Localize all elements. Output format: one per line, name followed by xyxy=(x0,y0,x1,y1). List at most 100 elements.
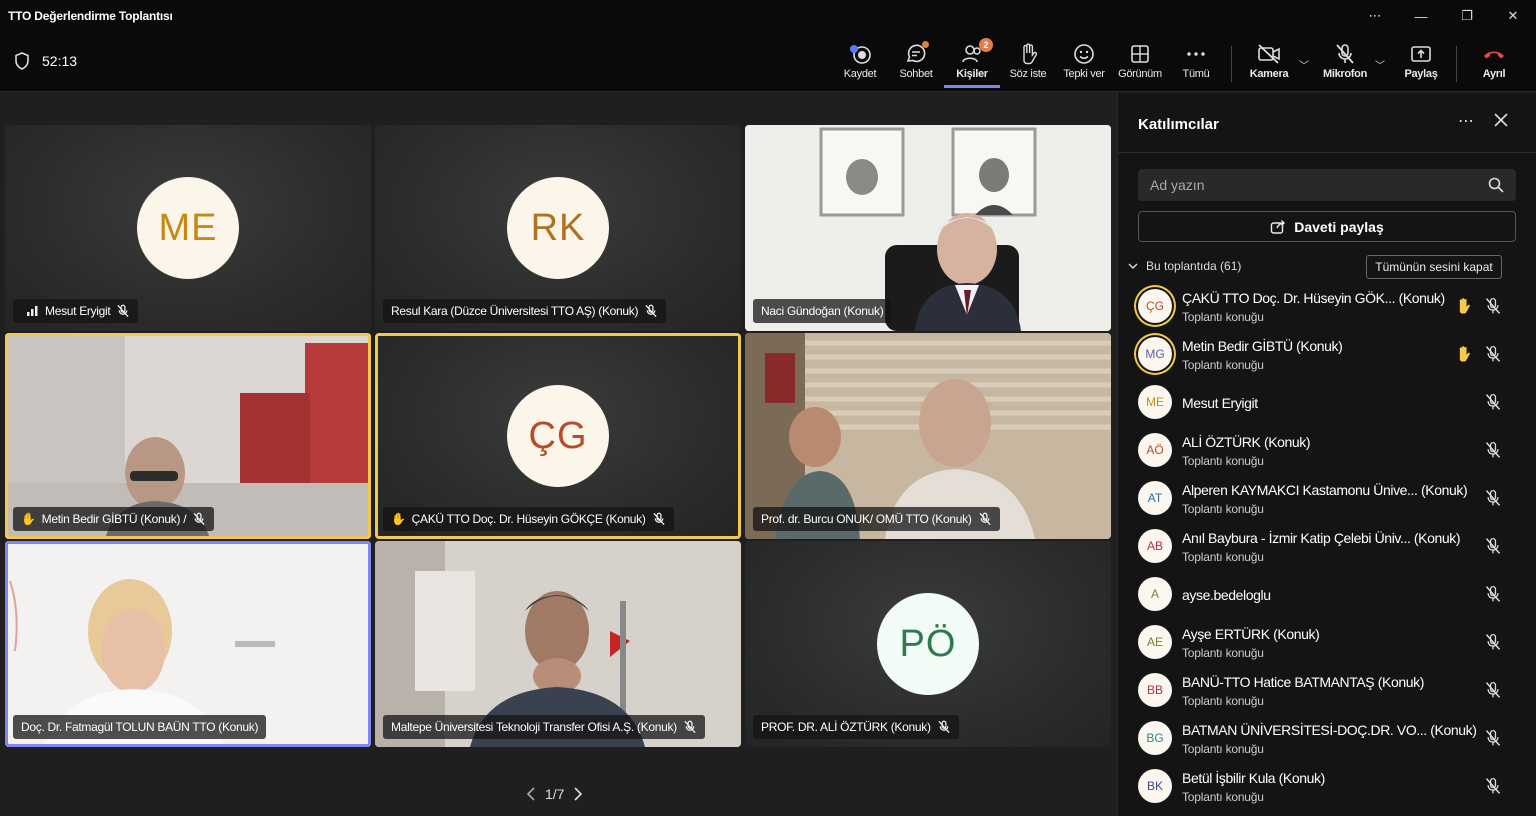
in-meeting-section-toggle[interactable]: Bu toplantıda (61) xyxy=(1128,259,1241,273)
mic-off-icon[interactable] xyxy=(1484,681,1502,699)
react-button[interactable]: Tepki ver xyxy=(1056,40,1112,88)
raise-hand-icon xyxy=(1023,43,1038,65)
video-tile-metin-bedir[interactable]: ✋ Metin Bedir GİBTÜ (Konuk) / xyxy=(5,333,371,539)
timer-text: 52:13 xyxy=(42,53,78,69)
mic-off-icon xyxy=(645,304,657,318)
video-tile-naci-gundogan[interactable]: Naci Gündoğan (Konuk) xyxy=(745,125,1111,331)
more-actions-button[interactable]: Tümü xyxy=(1168,40,1224,88)
raised-hand-icon xyxy=(1459,298,1470,314)
participant-row[interactable]: AB Anıl Baybura - İzmir Katip Çelebi Üniv… xyxy=(1118,523,1536,571)
view-button[interactable]: Görünüm xyxy=(1112,40,1168,88)
video-tile-resul-kara[interactable]: RK Resul Kara (Düzce Üniversitesi TTO AŞ… xyxy=(375,125,741,331)
participant-role: Toplantı konuğu xyxy=(1182,502,1264,516)
people-badge: 2 xyxy=(979,38,993,52)
mic-off-icon[interactable] xyxy=(1484,393,1502,411)
share-button[interactable]: Paylaş xyxy=(1393,40,1449,88)
participant-row[interactable]: BK Betül İşbilir Kula (Konuk) Toplantı kon… xyxy=(1118,763,1536,811)
people-button[interactable]: 2 Kişiler xyxy=(944,38,1000,88)
close-window-icon[interactable]: ✕ xyxy=(1490,0,1536,32)
mic-off-icon[interactable] xyxy=(1484,729,1502,747)
mic-options-chevron-icon[interactable]: ﹀ xyxy=(1375,57,1385,72)
camera-off-icon xyxy=(1258,44,1280,64)
video-tile-maltepe-tto[interactable]: Maltepe Üniversitesi Teknoloji Transfer … xyxy=(375,541,741,747)
chevron-left-icon[interactable] xyxy=(526,787,536,801)
mic-off-icon[interactable] xyxy=(1484,537,1502,555)
signal-bars-icon xyxy=(27,306,38,316)
video-tile-burcu-onuk[interactable]: Prof. dr. Burcu ONUK/ OMÜ TTO (Konuk) xyxy=(745,333,1111,539)
avatar: ME xyxy=(137,177,239,279)
participant-role: Toplantı konuğu xyxy=(1182,742,1264,756)
meeting-timer: 52:13 xyxy=(14,52,77,70)
participant-row[interactable]: AÖ ALİ ÖZTÜRK (Konuk) Toplantı konuğu xyxy=(1118,427,1536,475)
participant-row[interactable]: AT Alperen KAYMAKCI Kastamonu Ünive... (K… xyxy=(1118,475,1536,523)
mic-off-icon xyxy=(978,512,991,526)
smile-icon xyxy=(1074,44,1094,64)
video-tile-ali-ozturk[interactable]: PÖ PROF. DR. ALİ ÖZTÜRK (Konuk) xyxy=(745,541,1111,747)
mic-off-icon[interactable] xyxy=(1484,633,1502,651)
participant-search-input[interactable] xyxy=(1138,169,1516,201)
panel-more-icon[interactable]: ⋯ xyxy=(1458,111,1474,131)
toolbar-separator xyxy=(1456,46,1457,82)
avatar: ÇG xyxy=(1138,289,1172,323)
participant-row[interactable]: ÇG ÇAKÜ TTO Doç. Dr. Hüseyin GÖK... (Konu… xyxy=(1118,283,1536,331)
chat-button[interactable]: Sohbet xyxy=(888,40,944,88)
record-button[interactable]: Kaydet xyxy=(832,40,888,88)
share-invite-button[interactable]: Daveti paylaş xyxy=(1138,211,1516,242)
participant-name-tag: Naci Gündoğan (Konuk) xyxy=(753,299,892,323)
video-tile-fatmagul-tolun[interactable]: Doç. Dr. Fatmagül TOLUN BAÜN TTO (Konuk) xyxy=(5,541,371,747)
avatar: AÖ xyxy=(1138,433,1172,467)
participant-row[interactable]: Aayse.bedeloglu xyxy=(1118,571,1536,619)
raise-hand-button[interactable]: Söz iste xyxy=(1000,40,1056,88)
avatar: MG xyxy=(1138,337,1172,371)
participant-row[interactable]: BG BATMAN ÜNİVERSİTESİ-DOÇ.DR. VO... (Kon… xyxy=(1118,715,1536,763)
participant-row[interactable]: AE Ayşe ERTÜRK (Konuk) Toplantı konuğu xyxy=(1118,619,1536,667)
leave-button[interactable]: Ayrıl xyxy=(1466,40,1522,88)
participant-name: Anıl Baybura - İzmir Katip Çelebi Üniv..… xyxy=(1182,530,1461,546)
more-options-icon[interactable]: ⋯ xyxy=(1352,0,1398,32)
participant-row[interactable]: MG Metin Bedir GİBTÜ (Konuk) Toplantı konu… xyxy=(1118,331,1536,379)
close-panel-icon[interactable] xyxy=(1492,111,1510,129)
restore-icon[interactable]: ❐ xyxy=(1444,0,1490,32)
participant-row[interactable]: BB BANÜ-TTO Hatice BATMANTAŞ (Konuk) Topla… xyxy=(1118,667,1536,715)
participant-name: ÇAKÜ TTO Doç. Dr. Hüseyin GÖK... (Konuk) xyxy=(1182,290,1445,306)
participant-role: Toplantı konuğu xyxy=(1182,550,1264,564)
avatar: ME xyxy=(1138,385,1172,419)
avatar: A xyxy=(1138,577,1172,611)
mic-off-icon[interactable] xyxy=(1484,297,1502,315)
participant-name: BATMAN ÜNİVERSİTESİ-DOÇ.DR. VO... (Konuk… xyxy=(1182,722,1477,738)
participant-role: Toplantı konuğu xyxy=(1182,694,1264,708)
mic-off-icon xyxy=(193,512,205,526)
window-controls: ⋯ — ❐ ✕ xyxy=(1352,0,1536,32)
mute-all-button[interactable]: Tümünün sesini kapat xyxy=(1366,255,1502,279)
search-icon xyxy=(1488,177,1504,193)
participant-name-tag: ✋ Metin Bedir GİBTÜ (Konuk) / xyxy=(13,507,215,531)
microphone-button[interactable]: Mikrofon xyxy=(1317,40,1373,88)
video-tile-mesut-eryigit[interactable]: ME Mesut Eryigit xyxy=(5,125,371,331)
participant-list: ÇG ÇAKÜ TTO Doç. Dr. Hüseyin GÖK... (Konu… xyxy=(1118,283,1536,811)
participant-role: Toplantı konuğu xyxy=(1182,646,1264,660)
avatar: BG xyxy=(1138,721,1172,755)
mic-off-icon[interactable] xyxy=(1484,777,1502,795)
mic-off-icon xyxy=(684,720,696,734)
chevron-right-icon[interactable] xyxy=(573,787,583,801)
avatar: BB xyxy=(1138,673,1172,707)
video-tile-caku-tto[interactable]: ÇG ✋ ÇAKÜ TTO Doç. Dr. Hüseyin GÖKÇE (Ko… xyxy=(375,333,741,539)
mic-off-icon[interactable] xyxy=(1484,345,1502,363)
minimize-icon[interactable]: — xyxy=(1398,0,1444,32)
participant-role: Toplantı konuğu xyxy=(1182,454,1264,468)
camera-options-chevron-icon[interactable]: ﹀ xyxy=(1299,57,1309,72)
participant-row[interactable]: ME Mesut Eryigit xyxy=(1118,379,1536,427)
chat-unread-dot xyxy=(922,41,929,48)
participant-name: BANÜ-TTO Hatice BATMANTAŞ (Konuk) xyxy=(1182,674,1424,690)
camera-button[interactable]: Kamera xyxy=(1241,40,1297,88)
participant-name: Alperen KAYMAKCI Kastamonu Ünive... (Kon… xyxy=(1182,482,1468,498)
raised-hand-icon xyxy=(1459,346,1470,362)
mic-off-icon xyxy=(117,304,130,318)
mic-off-icon[interactable] xyxy=(1484,489,1502,507)
grid-view-icon xyxy=(1131,45,1149,63)
panel-header: Katılımcılar ⋯ xyxy=(1118,93,1536,153)
mic-off-icon[interactable] xyxy=(1484,585,1502,603)
mic-off-icon[interactable] xyxy=(1484,441,1502,459)
participant-name-tag: ✋ ÇAKÜ TTO Doç. Dr. Hüseyin GÖKÇE (Konuk… xyxy=(383,507,674,531)
mic-off-icon xyxy=(1336,44,1354,64)
